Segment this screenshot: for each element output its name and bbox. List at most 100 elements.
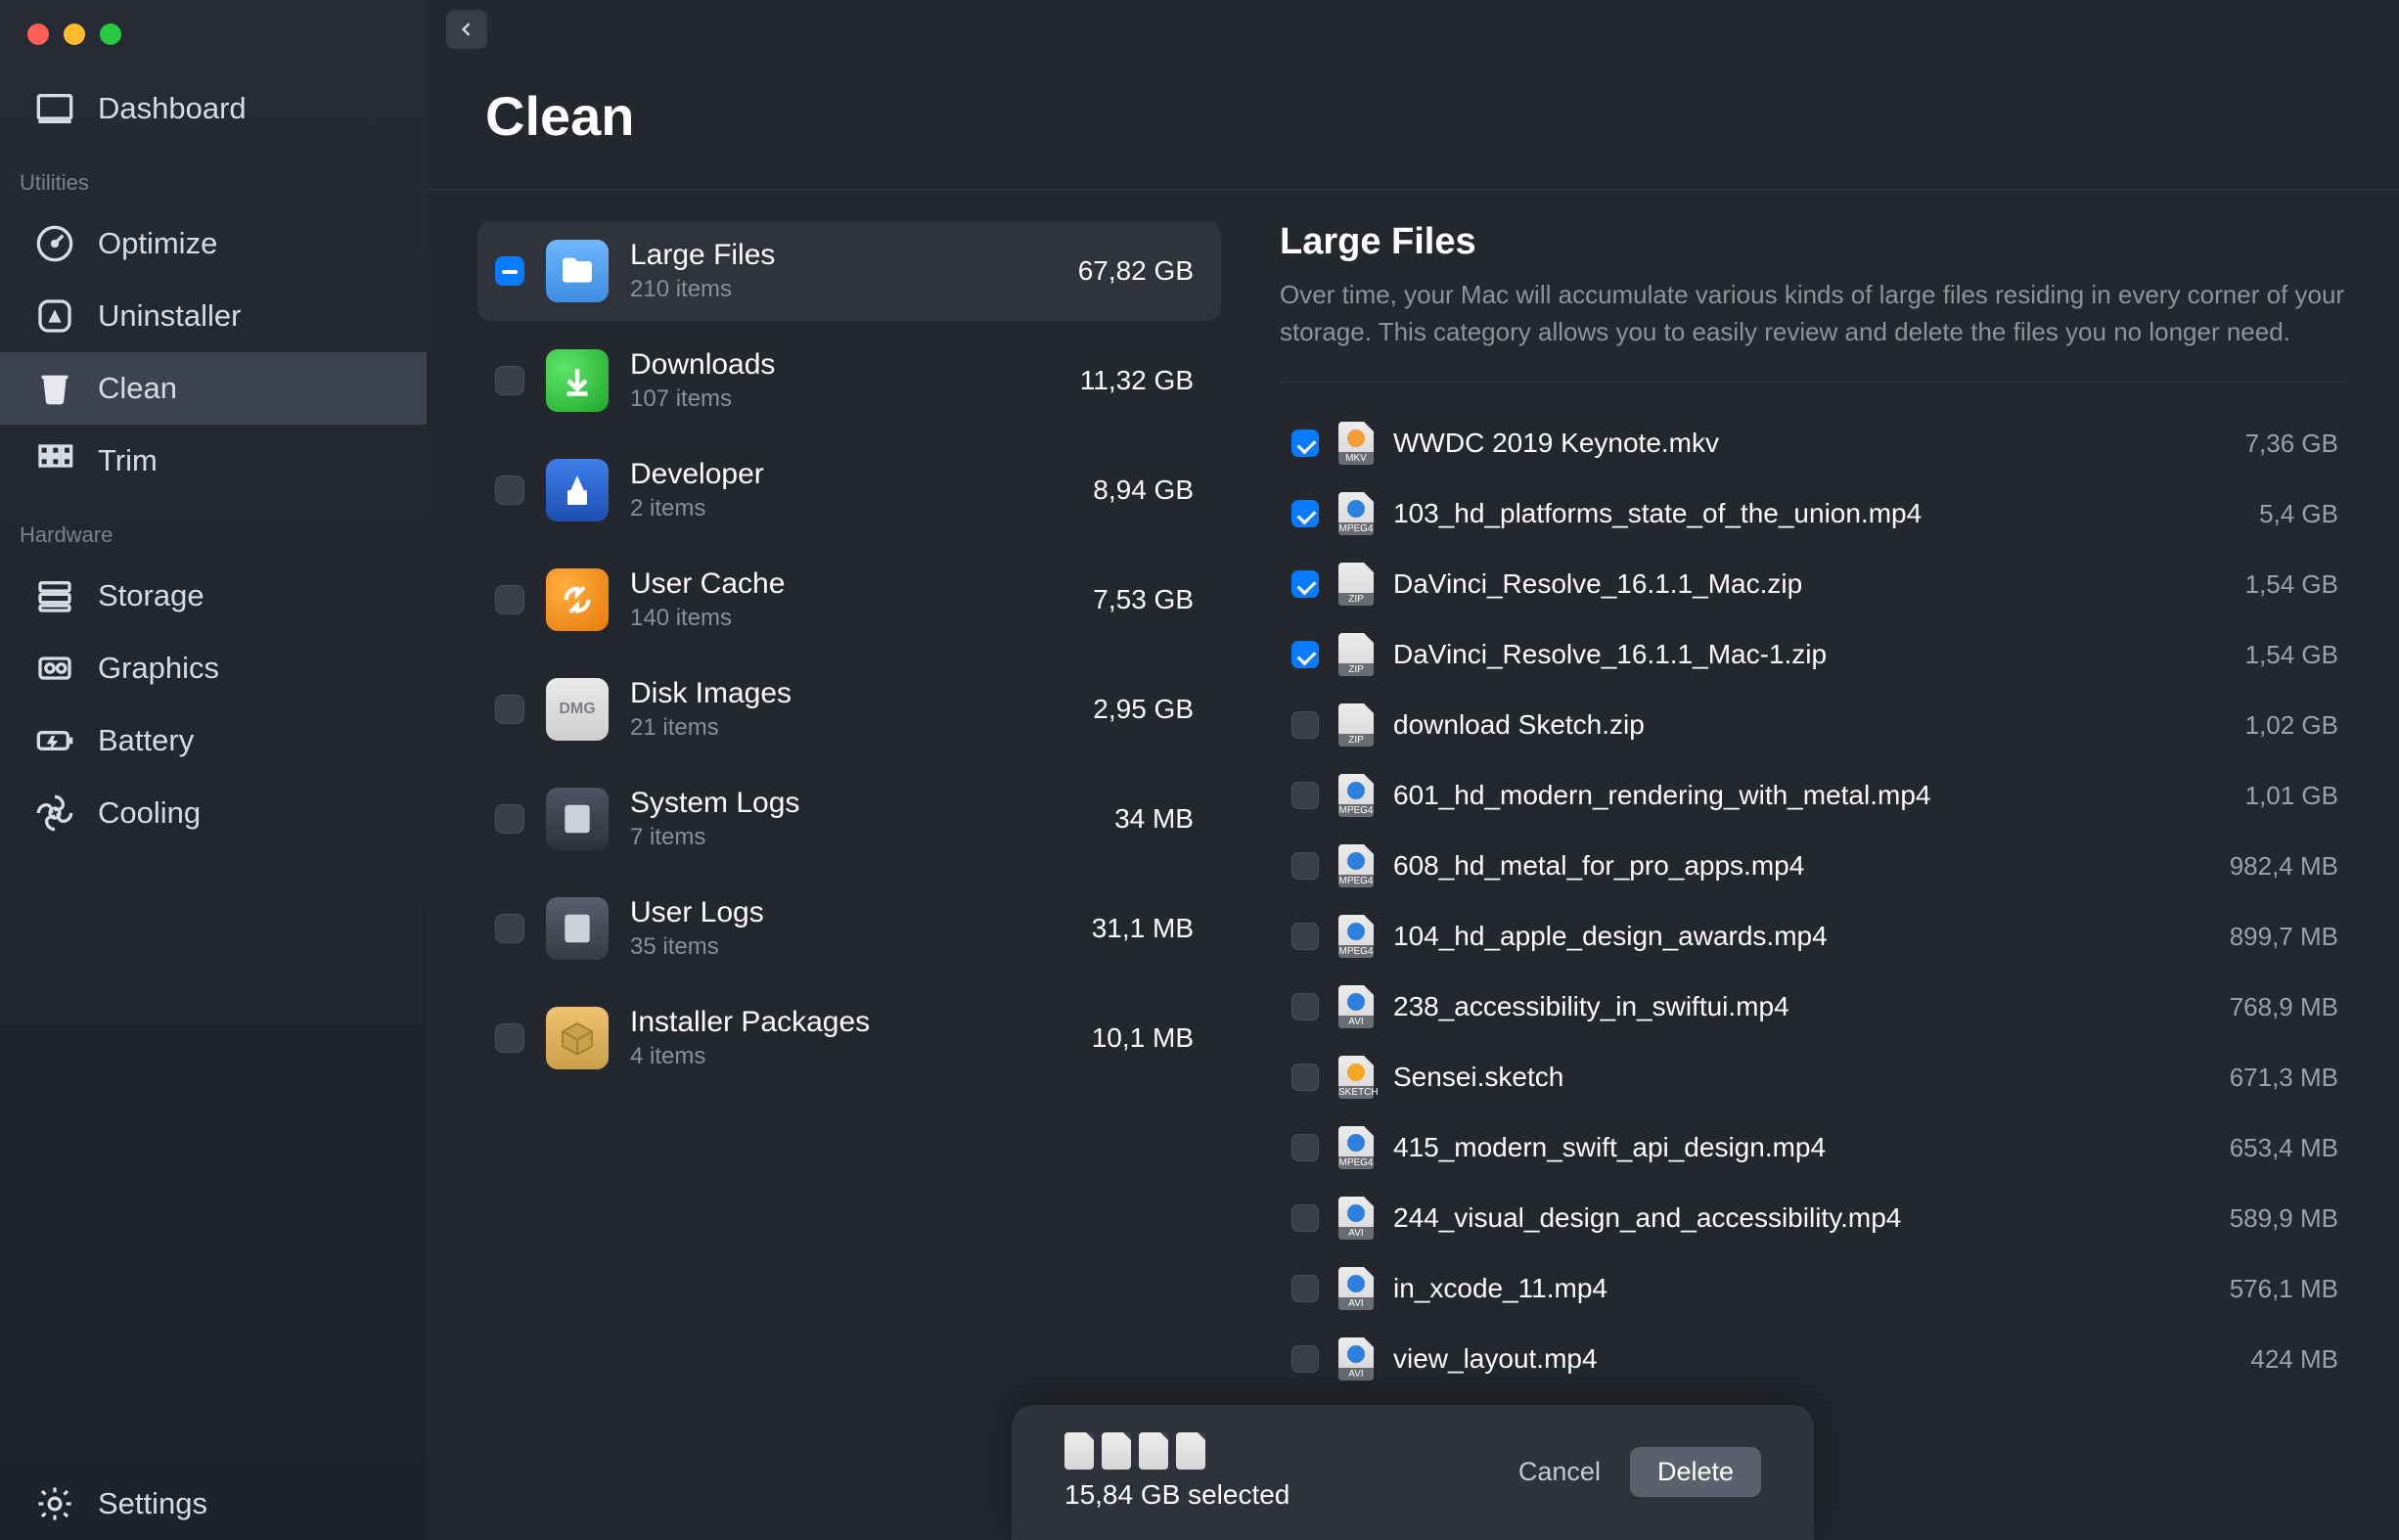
category-checkbox[interactable] bbox=[495, 476, 524, 505]
file-icon: MPEG4 bbox=[1338, 1126, 1374, 1169]
sidebar-item-label: Uninstaller bbox=[98, 298, 241, 334]
category-subtitle: 4 items bbox=[630, 1043, 1070, 1070]
file-row[interactable]: MPEG4103_hd_platforms_state_of_the_union… bbox=[1280, 478, 2348, 549]
close-window-button[interactable] bbox=[27, 23, 49, 45]
file-checkbox[interactable] bbox=[1291, 430, 1319, 457]
file-icon: MPEG4 bbox=[1338, 844, 1374, 887]
file-checkbox[interactable] bbox=[1291, 852, 1319, 880]
file-row[interactable]: AVIview_layout.mp4424 MB bbox=[1280, 1324, 2348, 1394]
sidebar-item-label: Cooling bbox=[98, 795, 201, 831]
file-size: 1,54 GB bbox=[2226, 640, 2338, 670]
category-checkbox[interactable] bbox=[495, 585, 524, 614]
file-row[interactable]: ZIPDaVinci_Resolve_16.1.1_Mac-1.zip1,54 … bbox=[1280, 619, 2348, 690]
category-checkbox[interactable] bbox=[495, 804, 524, 834]
file-checkbox[interactable] bbox=[1291, 641, 1319, 668]
category-name: User Cache bbox=[630, 567, 1071, 601]
file-checkbox[interactable] bbox=[1291, 711, 1319, 739]
file-row[interactable]: ZIPDaVinci_Resolve_16.1.1_Mac.zip1,54 GB bbox=[1280, 549, 2348, 619]
file-checkbox[interactable] bbox=[1291, 1345, 1319, 1373]
category-checkbox[interactable] bbox=[495, 1023, 524, 1053]
category-size: 7,53 GB bbox=[1093, 584, 1194, 615]
grid-icon bbox=[35, 441, 74, 480]
sidebar-item-graphics[interactable]: Graphics bbox=[0, 632, 427, 704]
file-row[interactable]: MPEG4608_hd_metal_for_pro_apps.mp4982,4 … bbox=[1280, 831, 2348, 901]
file-row[interactable]: SKETCHSensei.sketch671,3 MB bbox=[1280, 1042, 2348, 1112]
category-row[interactable]: Installer Packages4 items10,1 MB bbox=[477, 988, 1221, 1088]
sidebar-item-optimize[interactable]: Optimize bbox=[0, 207, 427, 280]
window-controls bbox=[0, 14, 427, 72]
file-size: 7,36 GB bbox=[2226, 429, 2338, 459]
file-checkbox[interactable] bbox=[1291, 1134, 1319, 1161]
sidebar-item-label: Clean bbox=[98, 371, 177, 406]
file-row[interactable]: MPEG4 415_modern_swift_api_design.mp4 653,… bbox=[1280, 1112, 2348, 1183]
file-checkbox[interactable] bbox=[1291, 923, 1319, 950]
battery-icon bbox=[35, 721, 74, 760]
file-size: 1,01 GB bbox=[2226, 781, 2338, 811]
file-size: 899,7 MB bbox=[2210, 922, 2338, 952]
category-subtitle: 2 items bbox=[630, 495, 1071, 522]
selection-action-bar: 15,84 GB selected Cancel Delete bbox=[1012, 1405, 1814, 1540]
sidebar-item-storage[interactable]: Storage bbox=[0, 560, 427, 632]
cancel-button[interactable]: Cancel bbox=[1518, 1457, 1601, 1487]
delete-button[interactable]: Delete bbox=[1630, 1447, 1761, 1497]
sidebar-item-cooling[interactable]: Cooling bbox=[0, 777, 427, 849]
category-row[interactable]: DMGDisk Images21 items2,95 GB bbox=[477, 659, 1221, 759]
category-row[interactable]: User Logs35 items31,1 MB bbox=[477, 879, 1221, 978]
sidebar-item-dashboard[interactable]: Dashboard bbox=[0, 72, 427, 145]
sidebar-item-settings[interactable]: Settings bbox=[0, 1468, 427, 1540]
category-checkbox[interactable] bbox=[495, 256, 524, 286]
fan-icon bbox=[35, 793, 74, 833]
file-checkbox[interactable] bbox=[1291, 1275, 1319, 1302]
file-row[interactable]: MPEG4104_hd_apple_design_awards.mp4899,7… bbox=[1280, 901, 2348, 972]
sidebar-item-uninstaller[interactable]: Uninstaller bbox=[0, 280, 427, 352]
file-row[interactable]: ZIPdownload Sketch.zip1,02 GB bbox=[1280, 690, 2348, 760]
category-checkbox[interactable] bbox=[495, 914, 524, 943]
category-row[interactable]: Developer2 items8,94 GB bbox=[477, 440, 1221, 540]
file-row[interactable]: AVIin_xcode_11.mp4576,1 MB bbox=[1280, 1253, 2348, 1324]
category-row[interactable]: Large Files210 items67,82 GB bbox=[477, 221, 1221, 321]
file-checkbox[interactable] bbox=[1291, 500, 1319, 527]
category-checkbox[interactable] bbox=[495, 366, 524, 395]
category-subtitle: 21 items bbox=[630, 714, 1071, 742]
category-subtitle: 210 items bbox=[630, 276, 1057, 303]
file-row[interactable]: AVI244_visual_design_and_accessibility.m… bbox=[1280, 1183, 2348, 1253]
minimize-window-button[interactable] bbox=[64, 23, 85, 45]
category-size: 31,1 MB bbox=[1092, 913, 1194, 944]
gear-icon bbox=[35, 1484, 74, 1523]
file-name: 244_visual_design_and_accessibility.mp4 bbox=[1393, 1202, 2191, 1234]
category-row[interactable]: Downloads107 items11,32 GB bbox=[477, 331, 1221, 430]
file-checkbox[interactable] bbox=[1291, 1064, 1319, 1091]
file-thumb-icon bbox=[1139, 1432, 1168, 1470]
file-checkbox[interactable] bbox=[1291, 570, 1319, 598]
sidebar-item-battery[interactable]: Battery bbox=[0, 704, 427, 777]
file-name: 415_modern_swift_api_design.mp4 bbox=[1393, 1132, 2191, 1163]
file-size: 653,4 MB bbox=[2210, 1133, 2338, 1163]
details-description: Over time, your Mac will accumulate vari… bbox=[1280, 277, 2348, 383]
file-row[interactable]: AVI238_accessibility_in_swiftui.mp4768,9… bbox=[1280, 972, 2348, 1042]
back-button[interactable] bbox=[446, 10, 487, 49]
file-checkbox[interactable] bbox=[1291, 1204, 1319, 1232]
file-size: 589,9 MB bbox=[2210, 1203, 2338, 1234]
category-size: 2,95 GB bbox=[1093, 694, 1194, 725]
file-row[interactable]: MKVWWDC 2019 Keynote.mkv7,36 GB bbox=[1280, 408, 2348, 478]
sidebar-item-clean[interactable]: Clean bbox=[0, 352, 427, 425]
syslogs-icon bbox=[546, 788, 609, 850]
sidebar-item-trim[interactable]: Trim bbox=[0, 425, 427, 497]
pkg-icon bbox=[546, 1007, 609, 1069]
category-row[interactable]: System Logs7 items34 MB bbox=[477, 769, 1221, 869]
category-subtitle: 107 items bbox=[630, 385, 1059, 413]
file-icon: AVI bbox=[1338, 1267, 1374, 1310]
file-row[interactable]: MPEG4601_hd_modern_rendering_with_metal.… bbox=[1280, 760, 2348, 831]
file-checkbox[interactable] bbox=[1291, 993, 1319, 1020]
sidebar-item-label: Trim bbox=[98, 443, 158, 478]
file-thumb-icon bbox=[1064, 1432, 1094, 1470]
sidebar-item-label: Dashboard bbox=[98, 91, 247, 126]
zoom-window-button[interactable] bbox=[100, 23, 121, 45]
category-row[interactable]: User Cache140 items7,53 GB bbox=[477, 550, 1221, 650]
sidebar-item-label: Graphics bbox=[98, 651, 219, 686]
file-name: 608_hd_metal_for_pro_apps.mp4 bbox=[1393, 850, 2191, 882]
file-size: 576,1 MB bbox=[2210, 1274, 2338, 1304]
category-checkbox[interactable] bbox=[495, 695, 524, 724]
file-icon: AVI bbox=[1338, 1337, 1374, 1381]
file-checkbox[interactable] bbox=[1291, 782, 1319, 809]
